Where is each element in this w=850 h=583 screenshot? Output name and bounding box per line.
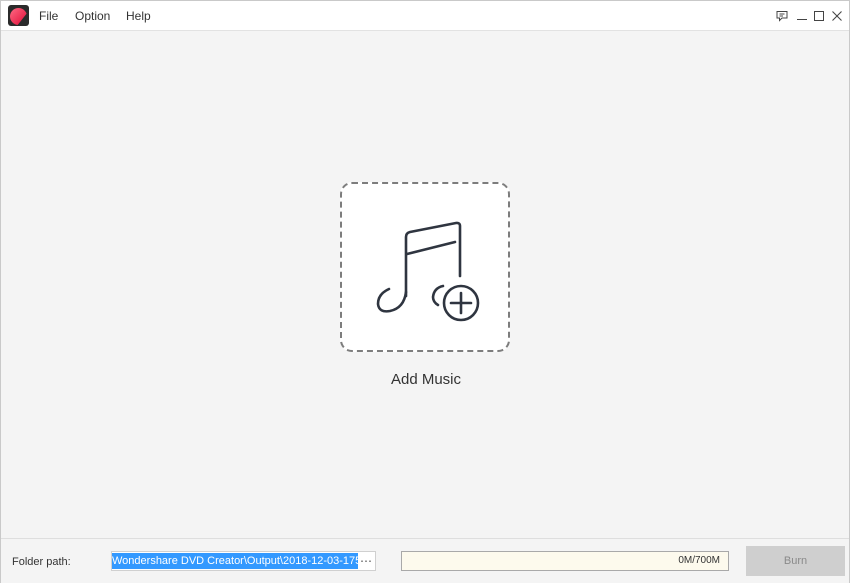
minimize-icon — [797, 19, 807, 20]
title-bar: File Option Help — [1, 1, 849, 31]
close-button[interactable] — [830, 8, 844, 24]
menu-file[interactable]: File — [39, 1, 58, 31]
maximize-button[interactable] — [812, 8, 826, 24]
app-logo-icon — [8, 5, 29, 26]
burn-button[interactable]: Burn — [746, 546, 845, 576]
menu-option[interactable]: Option — [75, 1, 110, 31]
folder-path-label: Folder path: — [12, 556, 71, 568]
disc-capacity-bar: 0M/700M — [401, 551, 729, 571]
folder-path-value[interactable]: Wondershare DVD Creator\Output\2018-12-0… — [112, 553, 358, 569]
menu-help[interactable]: Help — [126, 1, 151, 31]
feedback-icon — [776, 11, 788, 22]
add-music-label[interactable]: Add Music — [340, 371, 512, 388]
browse-folder-button[interactable]: ⋯ — [360, 552, 372, 570]
feedback-button[interactable] — [775, 8, 789, 24]
add-music-dropzone[interactable] — [340, 182, 510, 352]
maximize-icon — [814, 11, 824, 21]
minimize-button[interactable] — [795, 8, 809, 24]
folder-path-input[interactable]: Wondershare DVD Creator\Output\2018-12-0… — [111, 551, 376, 571]
close-icon — [832, 11, 842, 21]
bottom-bar: Folder path: Wondershare DVD Creator\Out… — [1, 538, 849, 583]
capacity-text: 0M/700M — [678, 555, 720, 566]
music-note-add-icon — [376, 221, 480, 322]
app-window: File Option Help Add Music Folder path: … — [0, 0, 850, 583]
